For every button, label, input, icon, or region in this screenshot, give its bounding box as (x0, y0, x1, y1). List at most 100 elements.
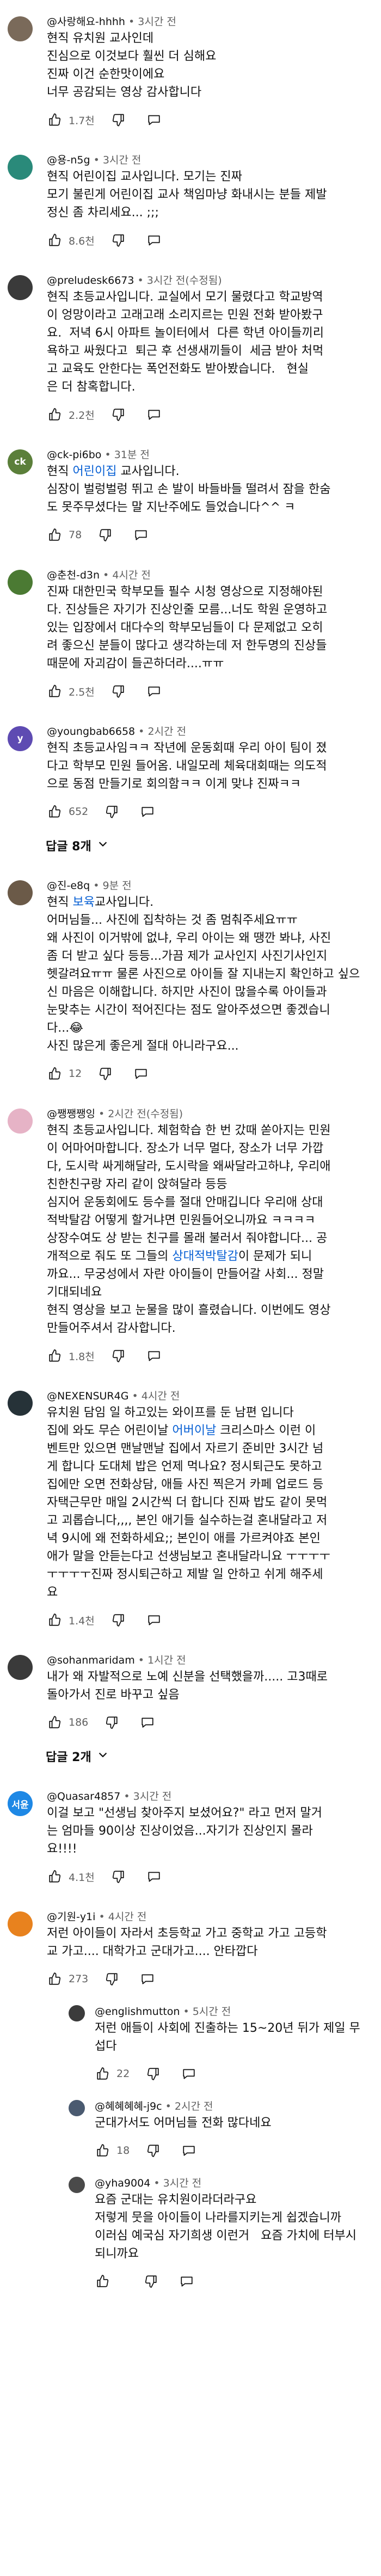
thumbs-up-icon[interactable] (47, 803, 63, 820)
thumbs-down-icon[interactable] (110, 1868, 126, 1885)
thumbs-down-icon[interactable] (97, 1065, 113, 1082)
reply-icon[interactable] (139, 1971, 156, 1987)
avatar[interactable] (8, 16, 33, 41)
reply-icon[interactable] (146, 683, 162, 699)
author-name[interactable]: @사랑해요-hhhh (47, 16, 125, 28)
comment-time[interactable]: 3시간 전 (138, 16, 176, 28)
thumbs-up-icon[interactable] (47, 527, 63, 543)
author-name[interactable]: @용-n5g (47, 154, 90, 166)
thumbs-down-icon[interactable] (143, 2273, 159, 2289)
search-link[interactable]: 어린이집 (72, 465, 116, 478)
avatar[interactable] (8, 570, 33, 595)
author-name[interactable]: @진-e8q (47, 880, 90, 892)
thumbs-up-icon[interactable] (47, 1971, 63, 1987)
author-name[interactable]: @youngbab6658 (47, 726, 135, 738)
comment-time[interactable]: 31분 전 (114, 449, 150, 461)
thumbs-up-icon[interactable] (47, 406, 63, 423)
thumbs-down-icon[interactable] (110, 232, 126, 248)
thumbs-down-icon[interactable] (103, 803, 120, 820)
comment-time[interactable]: 2시간 전 (108, 1108, 146, 1120)
avatar[interactable] (69, 2005, 85, 2021)
comment-time[interactable]: 3시간 전 (163, 2177, 202, 2189)
comment-time[interactable]: 5시간 전 (193, 2006, 231, 2018)
search-link[interactable]: 상대적박탈감 (172, 1250, 238, 1263)
comment-time[interactable]: 3시간 전 (103, 154, 142, 166)
comment-time[interactable]: 4시간 전 (112, 569, 151, 581)
search-link[interactable]: 어버이날 (172, 1424, 216, 1438)
author-name[interactable]: @Quasar4857 (47, 1791, 120, 1802)
comment-text-line: 현직 보육교사입니다. (47, 893, 365, 911)
thumbs-up-icon[interactable] (47, 1612, 63, 1628)
comment-time[interactable]: 2시간 전 (175, 2100, 213, 2112)
reply-icon[interactable] (133, 527, 149, 543)
author-name[interactable]: @춘천-d3n (47, 569, 100, 581)
thumbs-down-icon[interactable] (97, 527, 113, 543)
avatar[interactable]: y (8, 726, 33, 751)
thumbs-down-icon[interactable] (110, 1612, 126, 1628)
author-name[interactable]: @sohanmaridam (47, 1654, 135, 1666)
reply-icon[interactable] (181, 2066, 197, 2082)
avatar[interactable] (8, 1109, 33, 1134)
thumbs-up-icon[interactable] (47, 1868, 63, 1885)
avatar[interactable] (8, 1655, 33, 1680)
avatar[interactable]: 서윤 (8, 1791, 33, 1816)
thumbs-down-icon[interactable] (110, 683, 126, 699)
thumbs-up-icon[interactable] (95, 2142, 111, 2159)
reply-icon[interactable] (146, 1612, 162, 1628)
thumbs-down-icon[interactable] (110, 112, 126, 128)
comment-text: 현직 어린이집 교사입니다. 심장이 벌렁벌렁 뛰고 손 발이 바들바들 떨려서 … (47, 462, 365, 516)
avatar[interactable] (8, 1391, 33, 1416)
comment-time[interactable]: 3시간 전 (147, 275, 186, 287)
reply-icon[interactable] (181, 2142, 197, 2159)
author-name[interactable]: @ck-pi6bo (47, 449, 101, 461)
author-name[interactable]: @yha9004 (95, 2177, 150, 2189)
avatar[interactable] (8, 275, 33, 300)
thumbs-down-icon[interactable] (110, 1348, 126, 1364)
thumbs-down-icon[interactable] (145, 2142, 161, 2159)
search-link[interactable]: 보육 (72, 896, 94, 909)
reply-icon[interactable] (146, 1868, 162, 1885)
reply-icon[interactable] (146, 406, 162, 423)
comment-time[interactable]: 9분 전 (102, 880, 131, 892)
reply-icon[interactable] (146, 1348, 162, 1364)
avatar[interactable] (8, 880, 33, 905)
author-name[interactable]: @혜혜혜혜-j9c (95, 2100, 162, 2112)
comment-time[interactable]: 4시간 전 (108, 1911, 147, 1923)
reply-icon[interactable] (146, 112, 162, 128)
reply-icon[interactable] (133, 1065, 149, 1082)
thumbs-up-icon[interactable] (95, 2273, 111, 2289)
thumbs-up-icon[interactable] (47, 1714, 63, 1731)
thumbs-down-icon[interactable] (110, 406, 126, 423)
reply-icon[interactable] (179, 2273, 195, 2289)
avatar[interactable] (8, 155, 33, 180)
thumbs-up-icon[interactable] (47, 112, 63, 128)
avatar[interactable] (8, 1911, 33, 1936)
comment-body: @Quasar4857 • 3시간 전 이걸 보고 "선생님 찾아주지 보셨어요?… (47, 1789, 365, 1885)
author-name[interactable]: @기원-y1i (47, 1911, 95, 1923)
comment-time[interactable]: 1시간 전 (148, 1654, 186, 1666)
thumbs-up-icon[interactable] (47, 683, 63, 699)
comment-text-line: 다. 진상들은 자기가 진상인줄 모름...너도 학원 운영하고 (47, 603, 328, 617)
view-replies-button[interactable]: 답글 2개 (46, 1747, 109, 1765)
comment-time[interactable]: 3시간 전 (133, 1791, 172, 1802)
avatar[interactable]: ck (8, 449, 33, 474)
author-name[interactable]: @NEXENSUR4G (47, 1390, 128, 1402)
author-name[interactable]: @preludesk6673 (47, 275, 134, 287)
thumbs-down-icon[interactable] (103, 1714, 120, 1731)
view-replies-button[interactable]: 답글 8개 (46, 837, 109, 854)
comment-time[interactable]: 4시간 전 (142, 1390, 180, 1402)
author-name[interactable]: @englishmutton (95, 2006, 180, 2018)
avatar[interactable] (69, 2100, 85, 2116)
reply-icon[interactable] (146, 232, 162, 248)
avatar[interactable] (69, 2177, 85, 2193)
thumbs-up-icon[interactable] (47, 232, 63, 248)
reply-icon[interactable] (139, 1714, 156, 1731)
thumbs-up-icon[interactable] (47, 1065, 63, 1082)
thumbs-up-icon[interactable] (47, 1348, 63, 1364)
comment-time[interactable]: 2시간 전 (148, 726, 186, 738)
reply-icon[interactable] (139, 803, 156, 820)
author-name[interactable]: @쨍쨍쨍잉 (47, 1108, 95, 1120)
thumbs-up-icon[interactable] (95, 2066, 111, 2082)
thumbs-down-icon[interactable] (103, 1971, 120, 1987)
thumbs-down-icon[interactable] (145, 2066, 161, 2082)
